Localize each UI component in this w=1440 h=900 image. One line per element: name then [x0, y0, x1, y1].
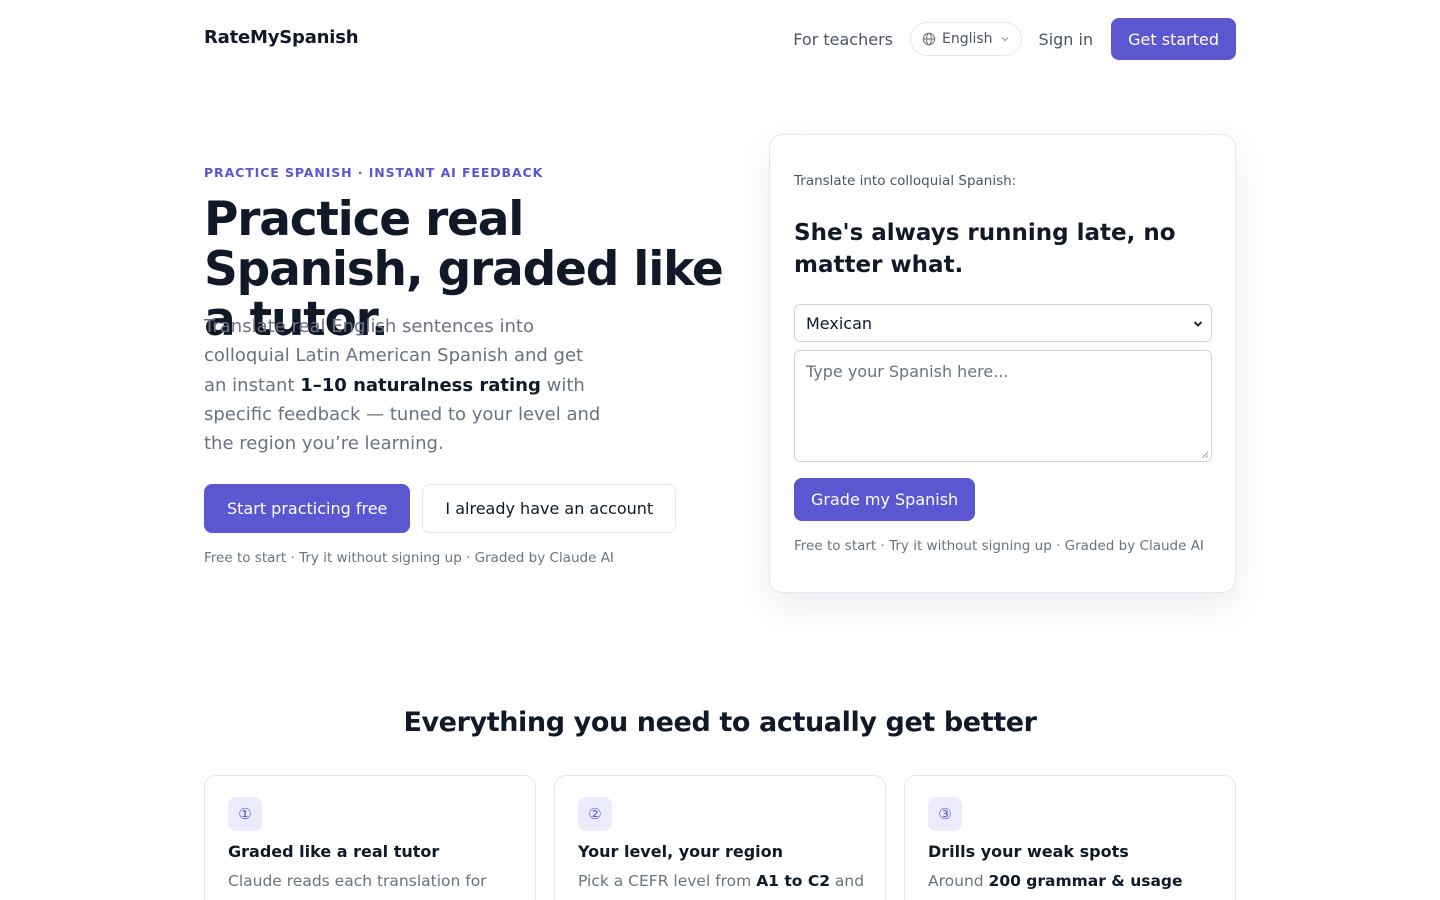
feature-number-badge: ③	[928, 797, 962, 831]
feature-title: Graded like a real tutor	[228, 842, 440, 861]
feature-body: Around 200 grammar & usage	[928, 869, 1218, 894]
existing-account-button[interactable]: I already have an account	[422, 484, 677, 533]
features-heading: Everything you need to actually get bett…	[403, 707, 1037, 738]
hero-note: Free to start · Try it without signing u…	[204, 550, 614, 566]
chevron-down-icon	[1001, 37, 1009, 42]
get-started-button[interactable]: Get started	[1111, 18, 1236, 60]
feature-number-badge: ②	[578, 797, 612, 831]
hero-eyebrow: PRACTICE SPANISH · INSTANT AI FEEDBACK	[204, 165, 544, 180]
resize-grip-icon[interactable]	[1201, 451, 1209, 459]
brand-logo[interactable]: RateMySpanish	[204, 27, 359, 48]
chevron-down-icon	[1193, 321, 1203, 327]
feature-body: Pick a CEFR level from A1 to C2 and a	[578, 869, 868, 900]
feature-body-text: Pick a CEFR level from	[578, 872, 757, 890]
feature-title: Your level, your region	[578, 842, 784, 861]
grade-button[interactable]: Grade my Spanish	[794, 478, 976, 521]
demo-card: Translate into colloquial Spanish: She's…	[769, 134, 1236, 593]
region-select-value: Mexican	[806, 313, 873, 333]
translation-input[interactable]: Type your Spanish here...	[794, 350, 1212, 462]
region-select[interactable]: Mexican	[794, 304, 1212, 342]
translation-input-placeholder: Type your Spanish here...	[806, 362, 1009, 381]
demo-prompt: Translate into colloquial Spanish:	[794, 173, 1017, 189]
start-practicing-button[interactable]: Start practicing free	[204, 484, 411, 533]
hero-subtitle: Translate real English sentences into co…	[204, 312, 604, 458]
language-label: English	[941, 31, 993, 47]
hero-subtitle-highlight: 1–10 naturalness rating	[300, 374, 541, 396]
feature-body: Claude reads each translation for	[228, 869, 518, 894]
feature-body-highlight: A1 to C2	[756, 872, 830, 890]
feature-body-text: Claude reads each translation for	[228, 872, 487, 890]
feature-card-drills: ③ Drills your weak spots Around 200 gram…	[904, 775, 1236, 900]
demo-sentence: She's always running late, no matter wha…	[794, 220, 1176, 278]
demo-note: Free to start · Try it without signing u…	[794, 538, 1204, 554]
feature-title: Drills your weak spots	[928, 842, 1129, 861]
feature-body-text: Around	[928, 872, 989, 890]
feature-card-tutor: ① Graded like a real tutor Claude reads …	[204, 775, 536, 900]
feature-card-level: ② Your level, your region Pick a CEFR le…	[554, 775, 886, 900]
sign-in-link[interactable]: Sign in	[1039, 30, 1094, 49]
feature-number-badge: ①	[228, 797, 262, 831]
for-teachers-link[interactable]: For teachers	[793, 30, 893, 49]
hero-cta-group: Start practicing free I already have an …	[204, 484, 677, 533]
globe-icon	[922, 32, 936, 46]
nav-actions: For teachers English Sign in Get started	[793, 18, 1236, 60]
language-selector[interactable]: English	[909, 22, 1022, 56]
feature-body-highlight: 200 grammar & usage	[988, 872, 1183, 890]
top-nav: RateMySpanish For teachers English Sign …	[0, 0, 1440, 78]
